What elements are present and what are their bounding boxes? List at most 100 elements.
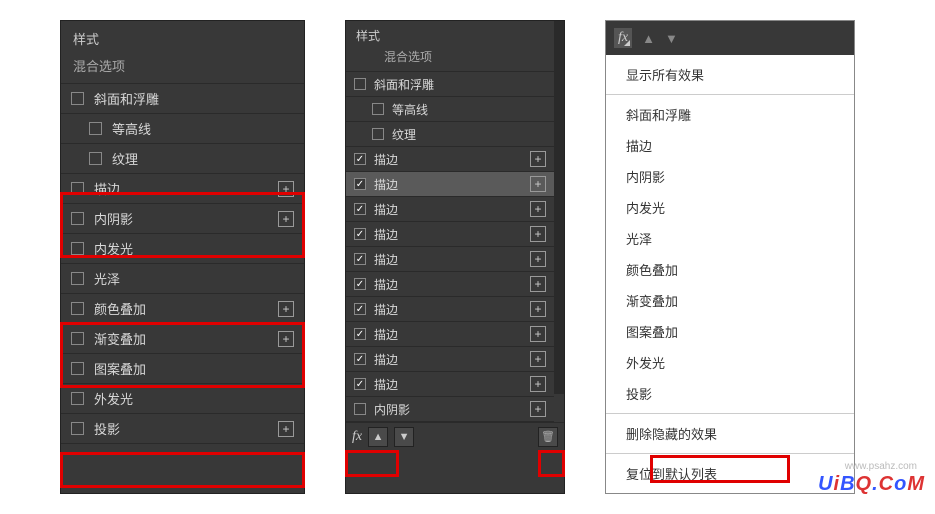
menu-item[interactable]: 光泽 [606, 223, 854, 254]
style-item[interactable]: 投影+ [61, 414, 304, 444]
style-item-label: 描边 [374, 326, 530, 343]
checkbox[interactable] [71, 92, 84, 105]
menu-item[interactable]: 外发光 [606, 347, 854, 378]
checkbox[interactable] [354, 203, 366, 215]
scrollbar[interactable] [554, 21, 564, 394]
style-item-label: 内发光 [94, 239, 294, 258]
style-item-label: 描边 [374, 151, 530, 168]
checkbox[interactable] [71, 362, 84, 375]
style-item[interactable]: 描边+ [346, 372, 554, 397]
move-up-button[interactable]: ▲ [368, 427, 388, 447]
checkbox[interactable] [372, 128, 384, 140]
up-arrow-icon[interactable]: ▲ [642, 31, 655, 46]
style-item[interactable]: 内阴影+ [346, 397, 554, 422]
fx-dropdown-panel: fx ▲ ▼ 显示所有效果斜面和浮雕描边内阴影内发光光泽颜色叠加渐变叠加图案叠加… [605, 20, 855, 494]
add-instance-button[interactable]: + [278, 181, 294, 197]
menu-item[interactable]: 显示所有效果 [606, 59, 854, 90]
fx-icon[interactable]: fx [352, 429, 362, 445]
style-item[interactable]: 描边+ [346, 347, 554, 372]
style-item[interactable]: 渐变叠加+ [61, 324, 304, 354]
style-item[interactable]: 等高线 [346, 97, 554, 122]
style-item-label: 内阴影 [374, 401, 530, 418]
style-item[interactable]: 纹理 [61, 144, 304, 174]
checkbox[interactable] [89, 122, 102, 135]
checkbox[interactable] [354, 328, 366, 340]
style-item[interactable]: 描边+ [346, 147, 554, 172]
style-item[interactable]: 内阴影+ [61, 204, 304, 234]
style-item[interactable]: 外发光 [61, 384, 304, 414]
menu-item[interactable]: 斜面和浮雕 [606, 99, 854, 130]
menu-item[interactable]: 颜色叠加 [606, 254, 854, 285]
style-item[interactable]: 描边+ [346, 172, 554, 197]
fx-menu-icon[interactable]: fx [614, 28, 632, 48]
add-instance-button[interactable]: + [530, 201, 546, 217]
add-instance-button[interactable]: + [278, 301, 294, 317]
menu-item[interactable]: 描边 [606, 130, 854, 161]
style-item[interactable]: 图案叠加 [61, 354, 304, 384]
checkbox[interactable] [354, 178, 366, 190]
checkbox[interactable] [71, 272, 84, 285]
checkbox[interactable] [356, 51, 368, 63]
style-item[interactable]: 纹理 [346, 122, 554, 147]
watermark: UiBQ.CoM [818, 473, 925, 496]
checkbox[interactable] [354, 278, 366, 290]
style-item[interactable]: 描边+ [346, 322, 554, 347]
add-instance-button[interactable]: + [530, 176, 546, 192]
add-instance-button[interactable]: + [530, 376, 546, 392]
fx-topbar: fx ▲ ▼ [606, 21, 854, 55]
style-item[interactable]: 描边+ [346, 197, 554, 222]
style-item[interactable]: 描边+ [346, 247, 554, 272]
checkbox[interactable] [71, 392, 84, 405]
add-instance-button[interactable]: + [530, 251, 546, 267]
menu-item[interactable]: 内阴影 [606, 161, 854, 192]
add-instance-button[interactable]: + [530, 301, 546, 317]
checkbox[interactable] [71, 422, 84, 435]
move-down-button[interactable]: ▼ [394, 427, 414, 447]
checkbox[interactable] [89, 152, 102, 165]
checkbox[interactable] [354, 353, 366, 365]
down-arrow-icon[interactable]: ▼ [665, 31, 678, 46]
style-item[interactable]: 斜面和浮雕 [61, 84, 304, 114]
add-instance-button[interactable]: + [530, 401, 546, 417]
menu-item[interactable]: 删除隐藏的效果 [606, 418, 854, 449]
checkbox[interactable] [71, 332, 84, 345]
checkbox[interactable] [71, 182, 84, 195]
style-item[interactable]: 描边+ [346, 272, 554, 297]
add-instance-button[interactable]: + [530, 151, 546, 167]
checkbox[interactable] [354, 378, 366, 390]
checkbox[interactable] [354, 253, 366, 265]
blending-options-row[interactable]: 混合选项 [61, 52, 304, 84]
separator [606, 94, 854, 95]
add-instance-button[interactable]: + [278, 211, 294, 227]
style-item[interactable]: 斜面和浮雕 [346, 72, 554, 97]
checkbox[interactable] [354, 78, 366, 90]
style-item[interactable]: 描边+ [346, 297, 554, 322]
blending-options-row[interactable]: 混合选项 [346, 46, 554, 72]
menu-item[interactable]: 图案叠加 [606, 316, 854, 347]
style-item[interactable]: 等高线 [61, 114, 304, 144]
delete-button[interactable]: 🗑 [538, 427, 558, 447]
menu-item[interactable]: 渐变叠加 [606, 285, 854, 316]
style-item[interactable]: 光泽 [61, 264, 304, 294]
style-item[interactable]: 内发光 [61, 234, 304, 264]
add-instance-button[interactable]: + [278, 421, 294, 437]
checkbox[interactable] [372, 103, 384, 115]
add-instance-button[interactable]: + [530, 351, 546, 367]
menu-item[interactable]: 复位到默认列表 [606, 458, 854, 489]
add-instance-button[interactable]: + [530, 326, 546, 342]
style-item[interactable]: 描边+ [346, 222, 554, 247]
checkbox[interactable] [354, 403, 366, 415]
style-item[interactable]: 描边+ [61, 174, 304, 204]
checkbox[interactable] [71, 302, 84, 315]
checkbox[interactable] [71, 212, 84, 225]
add-instance-button[interactable]: + [278, 331, 294, 347]
checkbox[interactable] [71, 242, 84, 255]
menu-item[interactable]: 投影 [606, 378, 854, 409]
checkbox[interactable] [354, 303, 366, 315]
style-item[interactable]: 颜色叠加+ [61, 294, 304, 324]
menu-item[interactable]: 内发光 [606, 192, 854, 223]
add-instance-button[interactable]: + [530, 226, 546, 242]
checkbox[interactable] [354, 228, 366, 240]
checkbox[interactable] [354, 153, 366, 165]
add-instance-button[interactable]: + [530, 276, 546, 292]
